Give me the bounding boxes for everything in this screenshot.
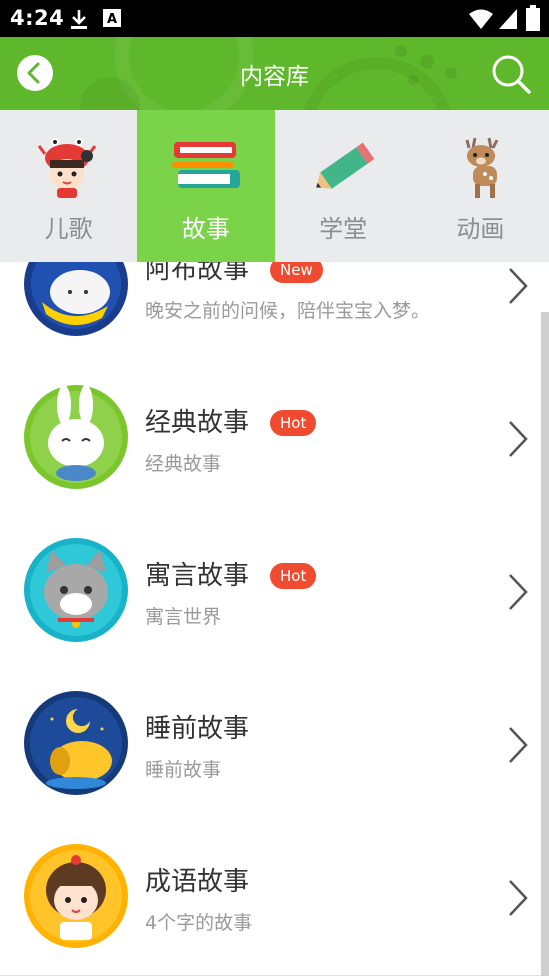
header-decoration <box>395 45 407 57</box>
tab-label: 故事 <box>181 215 230 243</box>
chevron-right-icon <box>509 268 528 304</box>
battery-icon <box>526 5 540 31</box>
item-subtitle: 睡前故事 <box>145 759 222 781</box>
grey-cat-avatar <box>24 538 128 642</box>
item-title: 经典故事 <box>145 408 250 438</box>
deer-icon <box>465 137 499 198</box>
signal-icon <box>499 9 517 29</box>
white-rabbit-avatar <box>24 385 128 489</box>
status-bar: 4:24 A <box>0 0 549 37</box>
list-item-jingdian[interactable]: 经典故事 Hot 经典故事 <box>0 363 549 517</box>
wifi-icon <box>469 9 493 29</box>
search-button[interactable] <box>490 53 532 95</box>
item-subtitle: 4个字的故事 <box>145 912 253 934</box>
chevron-right-icon <box>509 880 528 916</box>
scrollbar[interactable] <box>541 312 549 976</box>
download-icon <box>71 10 87 29</box>
chevron-right-icon <box>509 574 528 610</box>
tab-gushi[interactable]: 故事 <box>137 110 275 262</box>
app-header: 内容库 <box>0 37 549 110</box>
list-item-shuiqian[interactable]: 睡前故事 睡前故事 <box>0 669 549 823</box>
text-a-icon: A <box>103 9 121 27</box>
status-time: 4:24 <box>10 6 65 30</box>
item-subtitle: 寓言世界 <box>145 606 222 628</box>
tab-donghua[interactable]: 动画 <box>412 110 549 262</box>
tab-label: 学堂 <box>319 215 368 243</box>
list-item-chengyu[interactable]: 成语故事 4个字的故事 <box>0 822 549 976</box>
girl-avatar <box>24 844 128 948</box>
chevron-right-icon <box>509 727 528 763</box>
hot-badge: Hot <box>270 410 317 436</box>
list-item-yuyan[interactable]: 寓言故事 Hot 寓言世界 <box>0 516 549 670</box>
page-title: 内容库 <box>240 64 309 90</box>
svg-text:A: A <box>107 12 117 27</box>
girl-crab-hat-icon <box>37 138 97 198</box>
books-icon <box>172 142 241 188</box>
sleeping-dog-moon-avatar <box>24 691 128 795</box>
tab-label: 动画 <box>456 215 505 243</box>
tab-label: 儿歌 <box>44 215 93 243</box>
category-tabs: 儿歌 故事 学堂 动画 <box>0 110 549 262</box>
pencil-icon <box>315 142 374 189</box>
content-list: 阿布故事 New 晚安之前的问候，陪伴宝宝入梦。 经典故事 Hot 经典故事 寓… <box>0 210 549 976</box>
hot-badge: Hot <box>270 563 317 589</box>
item-subtitle: 晚安之前的问候，陪伴宝宝入梦。 <box>145 300 431 322</box>
item-subtitle: 经典故事 <box>145 453 222 475</box>
item-title: 成语故事 <box>145 867 250 897</box>
tab-xuetang[interactable]: 学堂 <box>275 110 412 262</box>
item-title: 寓言故事 <box>145 561 250 591</box>
tab-erge[interactable]: 儿歌 <box>0 110 137 262</box>
search-icon <box>492 55 531 94</box>
chevron-right-icon <box>509 421 528 457</box>
item-title: 睡前故事 <box>145 714 250 744</box>
